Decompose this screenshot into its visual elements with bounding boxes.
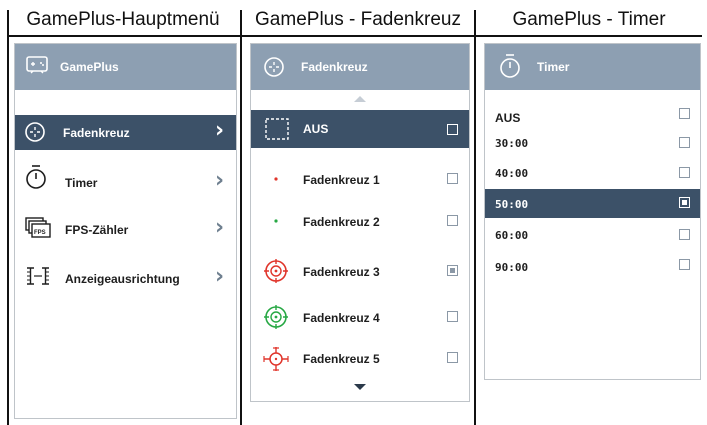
main-menu-item-timer[interactable]: Timer › [15,162,236,197]
main-menu-item-label: FPS-Zähler [65,223,129,237]
scroll-down-arrow-icon[interactable] [354,384,366,390]
timer-item-90[interactable]: 90:00 [485,254,700,280]
green-target-icon [264,305,288,329]
chevron-right-icon: › [215,264,225,289]
red-target-icon [264,259,288,283]
crosshair-item-label: Fadenkreuz 2 [303,215,380,229]
scroll-up-arrow-icon[interactable] [354,96,366,102]
checkbox[interactable] [679,197,690,208]
timer-item-60[interactable]: 60:00 [485,222,700,248]
timer-item-label: 40:00 [495,167,529,180]
column-divider-1 [240,10,242,425]
main-menu-column-title: GamePlus-Hauptmenü [26,9,220,30]
crosshair-column-title: GamePlus - Fadenkreuz [255,9,461,30]
timer-column-title: GamePlus - Timer [512,9,666,30]
crosshair-item-1[interactable]: Fadenkreuz 1 [251,161,469,197]
display-alignment-icon [27,267,49,285]
timer-item-label: 90:00 [495,261,529,274]
timer-header-title: Timer [537,60,570,74]
chevron-right-icon: › [215,118,225,143]
checkbox[interactable] [447,215,458,226]
checkbox[interactable] [679,137,690,148]
crosshair-item-2[interactable]: Fadenkreuz 2 [251,206,469,242]
main-menu-item-fadenkreuz[interactable]: Fadenkreuz › [15,115,236,150]
timer-item-label: 50:00 [495,198,529,211]
crosshair-item-4[interactable]: Fadenkreuz 4 [251,300,469,336]
main-menu-item-anzeigeausrichtung[interactable]: Anzeigeausrichtung › [15,258,236,293]
main-menu-item-label: Fadenkreuz [63,126,130,140]
checkbox[interactable] [447,173,458,184]
checkbox[interactable] [447,124,458,135]
red-dot-icon [274,177,278,181]
main-menu-item-label: Timer [65,176,98,190]
timer-item-50[interactable]: 50:00 [485,189,700,218]
crosshair-item-label: Fadenkreuz 1 [303,173,380,187]
checkbox[interactable] [679,229,690,240]
main-menu-item-label: Anzeigeausrichtung [65,272,180,286]
chevron-right-icon: › [215,215,225,240]
crosshair-header: Fadenkreuz [251,44,469,90]
crosshair-icon [25,122,45,142]
stopwatch-icon [500,54,520,78]
crosshair-item-aus[interactable]: AUS [251,110,469,148]
fps-counter-icon: FPS [25,217,51,238]
main-menu-header-title: GamePlus [60,60,119,74]
timer-item-label: AUS [495,111,521,125]
timer-item-aus[interactable]: AUS [485,106,700,130]
chevron-right-icon: › [215,168,225,193]
checkbox[interactable] [679,108,690,119]
green-dot-icon [274,219,278,223]
timer-item-label: 30:00 [495,137,529,150]
checkbox[interactable] [679,259,690,270]
crosshair-panel: Fadenkreuz AUS Fadenkreuz 1 Fadenkreuz 2… [250,43,470,402]
crosshair-header-title: Fadenkreuz [301,60,368,74]
crosshair-item-label: Fadenkreuz 3 [303,265,380,279]
main-menu-header: GamePlus [15,44,236,90]
column-divider-2 [474,10,476,425]
crosshair-item-3[interactable]: Fadenkreuz 3 [251,254,469,290]
timer-header: Timer [485,44,700,90]
checkbox[interactable] [447,352,458,363]
main-menu-panel: GamePlus Fadenkreuz › Timer › FPS FPS-Zä… [14,43,237,419]
checkbox[interactable] [447,311,458,322]
checkbox[interactable] [679,167,690,178]
svg-text:FPS: FPS [34,230,46,236]
stopwatch-icon [26,165,46,189]
gamepad-icon [26,56,48,74]
checkbox[interactable] [447,265,458,276]
timer-panel: Timer AUS 30:00 40:00 50:00 60:00 90:00 [484,43,701,380]
timer-item-30[interactable]: 30:00 [485,130,700,156]
red-crosshair-icon [263,347,289,371]
left-border-line [7,10,9,425]
crosshair-item-label: AUS [303,122,329,136]
crosshair-icon [264,57,284,77]
crosshair-item-label: Fadenkreuz 5 [303,352,380,366]
title-divider-line [8,35,702,37]
main-menu-item-fps-zaehler[interactable]: FPS FPS-Zähler › [15,209,236,244]
dashed-frame-icon [265,118,289,140]
timer-item-label: 60:00 [495,229,529,242]
timer-item-40[interactable]: 40:00 [485,160,700,186]
crosshair-item-label: Fadenkreuz 4 [303,311,380,325]
crosshair-item-5[interactable]: Fadenkreuz 5 [251,343,469,377]
